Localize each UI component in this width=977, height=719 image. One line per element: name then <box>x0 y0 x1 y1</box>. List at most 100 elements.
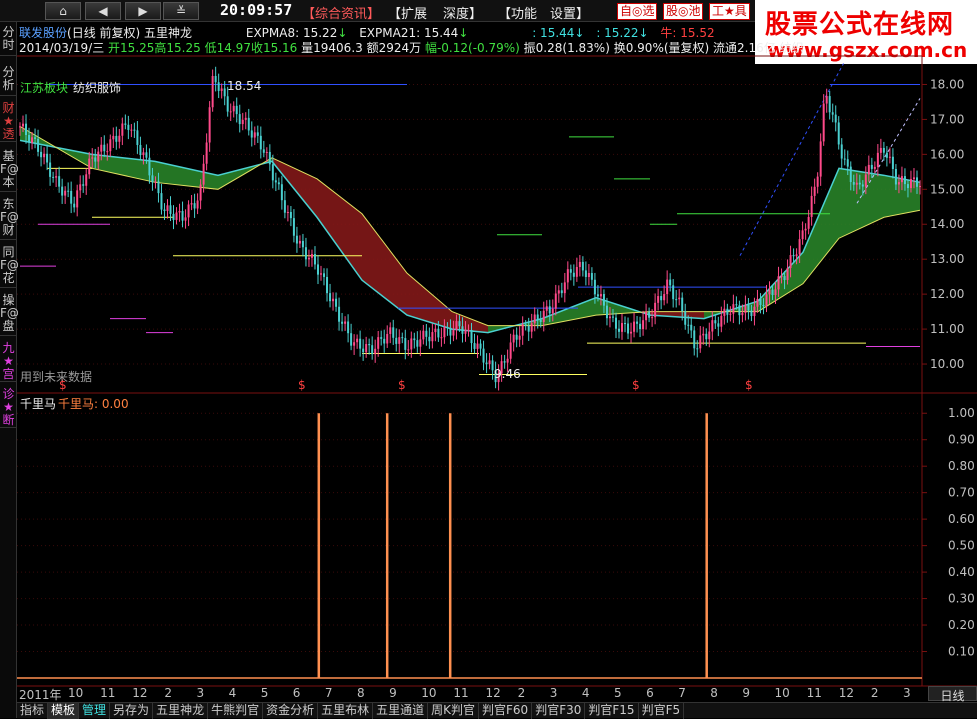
candle-body <box>858 182 861 185</box>
tab-bull-bear[interactable]: 牛熊判官 <box>208 703 264 719</box>
indicator-axis-label: 0.20 <box>948 618 975 632</box>
candle-body <box>651 317 654 319</box>
candle-body <box>115 135 118 142</box>
candle-body <box>705 333 708 340</box>
date-axis-tick: 5 <box>260 686 269 700</box>
candle-body <box>407 349 410 351</box>
candle-body <box>852 182 855 185</box>
ribbon-segment <box>155 161 218 190</box>
candle-body <box>819 141 822 177</box>
candle-body <box>587 273 590 278</box>
candle-body <box>461 326 464 334</box>
candle-body <box>199 184 202 201</box>
candle-body <box>229 111 232 113</box>
candle-body <box>834 114 837 123</box>
tab-weekly-k[interactable]: 周K判官 <box>428 703 480 719</box>
price-axis-label: 13.00 <box>930 252 964 266</box>
candle-body <box>488 360 491 365</box>
candle-body <box>608 316 611 319</box>
candle-body <box>256 132 259 136</box>
candle-body <box>566 269 569 283</box>
indicator-axis-label: 0.90 <box>948 433 975 447</box>
candle-body <box>756 298 759 307</box>
tab-indicator[interactable]: 指标 <box>17 703 49 719</box>
candle-body <box>301 240 304 248</box>
candle-body <box>196 200 199 209</box>
bottom-tab-bar: 指标 模板 管理 另存为 五里神龙 牛熊判官 资金分析 五里布林 五里通道 周K判官 判官F60 判官… <box>17 702 977 719</box>
candle-body <box>554 293 557 309</box>
tab-f15[interactable]: 判官F15 <box>585 703 639 719</box>
candle-body <box>524 324 527 327</box>
candle-body <box>386 333 389 344</box>
indicator-axis-label: 0.70 <box>948 486 975 500</box>
tab-bollinger[interactable]: 五里布林 <box>318 703 374 719</box>
candle-body <box>419 339 422 347</box>
candle-body <box>353 342 356 346</box>
date-axis-tick: 10 <box>774 686 790 700</box>
candle-body <box>148 157 151 176</box>
candle-body <box>190 203 193 205</box>
candle-body <box>536 314 539 320</box>
candle-body <box>795 254 798 257</box>
date-axis-tick: 3 <box>549 686 558 700</box>
tab-f30[interactable]: 判官F30 <box>532 703 586 719</box>
candle-body <box>365 344 368 353</box>
tab-f5[interactable]: 判官F5 <box>639 703 685 719</box>
candle-body <box>157 181 160 194</box>
candle-body <box>112 135 115 140</box>
price-axis-label: 18.00 <box>930 77 964 91</box>
candle-body <box>335 298 338 307</box>
candle-body <box>389 327 392 334</box>
candle-body <box>304 247 307 260</box>
candle-body <box>187 204 190 218</box>
candle-body <box>837 122 840 145</box>
tab-capital[interactable]: 资金分析 <box>263 703 319 719</box>
ema-slow-line <box>19 125 921 327</box>
candle-body <box>828 96 831 113</box>
tab-wulishenlong[interactable]: 五里神龙 <box>153 703 209 719</box>
tab-save-as[interactable]: 另存为 <box>110 703 154 719</box>
candle-body <box>350 333 353 346</box>
candle-body <box>329 293 332 302</box>
price-axis-label: 11.00 <box>930 322 964 336</box>
tab-channel[interactable]: 五里通道 <box>373 703 429 719</box>
kline-chart[interactable]: 18.00 17.00 16.00 15.00 14.00 13.00 12.00 11.00… <box>0 0 977 718</box>
tab-f60[interactable]: 判官F60 <box>479 703 533 719</box>
candle-body <box>807 216 810 229</box>
date-axis-tick: 9 <box>742 686 751 700</box>
candle-body <box>49 162 52 177</box>
indicator-title[interactable]: 千里马 <box>20 395 56 412</box>
candle-body <box>678 297 681 300</box>
candle-body <box>154 181 157 183</box>
candle-body <box>849 166 852 183</box>
candle-body <box>663 294 666 301</box>
candle-body <box>259 135 262 150</box>
date-axis-tick: 2 <box>164 686 172 700</box>
candle-body <box>392 327 395 338</box>
period-button[interactable]: 日线 <box>928 686 977 703</box>
candle-body <box>241 119 244 125</box>
candle-body <box>627 323 630 334</box>
candle-body <box>681 297 684 312</box>
candle-body <box>118 135 121 142</box>
signal-mark-1: $ <box>59 378 67 392</box>
date-axis-year: 2011年 <box>19 688 62 702</box>
candle-body <box>124 123 127 125</box>
date-axis-tick: 6 <box>292 686 301 700</box>
candle-body <box>903 176 906 185</box>
tab-template[interactable]: 模板 <box>48 703 80 719</box>
candle-body <box>891 156 894 169</box>
candle-body <box>19 126 21 128</box>
candle-body <box>617 328 620 332</box>
candle-body <box>711 320 714 332</box>
candle-body <box>193 203 196 209</box>
candle-body <box>753 306 756 317</box>
candle-body <box>220 88 223 91</box>
industry-label[interactable]: 纺织服饰 <box>73 79 121 96</box>
candle-body <box>73 203 76 208</box>
candle-body <box>894 168 897 185</box>
candle-body <box>590 273 593 280</box>
sector-label[interactable]: 江苏板块 <box>20 79 68 96</box>
candle-body <box>217 82 220 91</box>
tab-manage[interactable]: 管理 <box>79 703 111 719</box>
